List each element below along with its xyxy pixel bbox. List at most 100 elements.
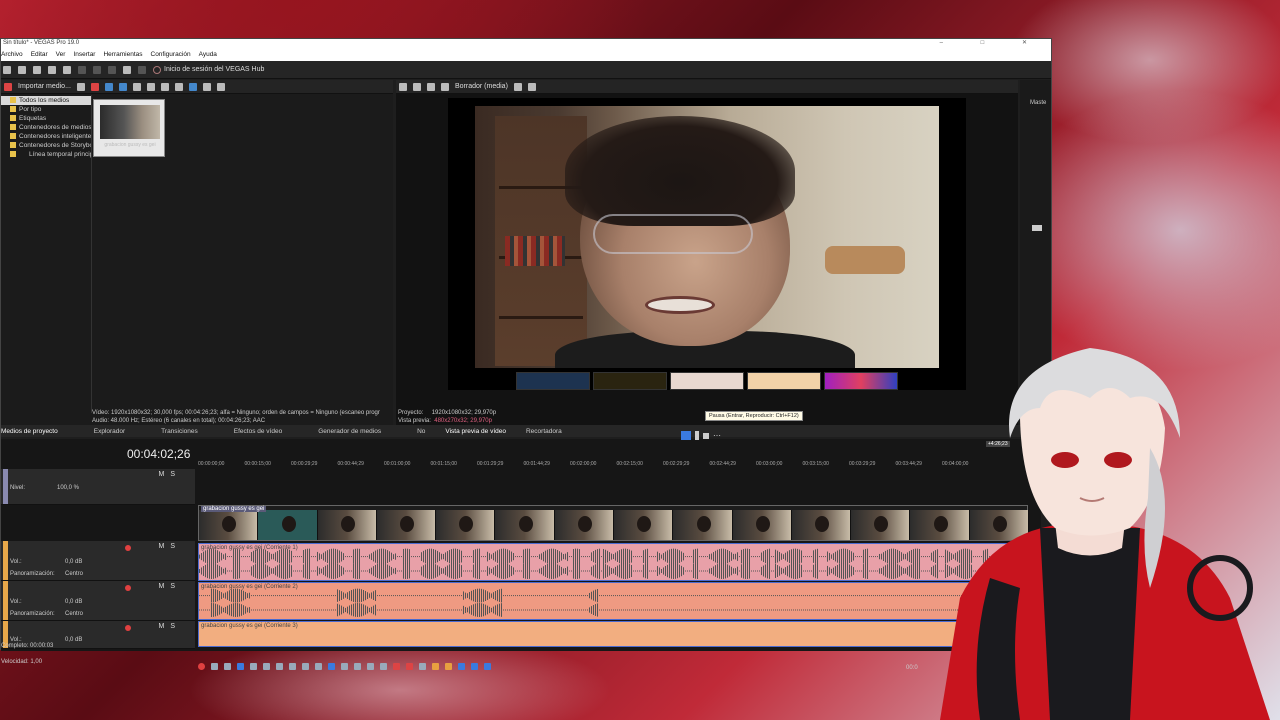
preview-play-icon[interactable]	[681, 431, 691, 440]
preview-settings-icon[interactable]	[399, 82, 407, 91]
arm-record-icon[interactable]	[125, 625, 131, 631]
fx-icon[interactable]	[146, 82, 155, 91]
tab-efectos[interactable]: Efectos de vídeo	[234, 428, 282, 435]
taskbar-thumb[interactable]	[516, 372, 590, 390]
copy-icon[interactable]	[93, 65, 101, 74]
grid-icon[interactable]	[513, 82, 522, 91]
go-to-start-icon[interactable]	[276, 663, 283, 670]
marker-icon[interactable]	[432, 663, 439, 670]
menu-ayuda[interactable]: Ayuda	[199, 51, 217, 58]
split-screen-icon[interactable]	[441, 82, 449, 91]
pan-value[interactable]: Centro	[65, 571, 83, 577]
loop-icon[interactable]	[211, 663, 218, 670]
open-icon[interactable]	[18, 65, 26, 74]
lock-icon[interactable]	[419, 663, 426, 670]
maximize-button[interactable]: □	[981, 40, 1003, 46]
taskbar-thumb[interactable]	[824, 372, 898, 390]
view-icon[interactable]	[202, 82, 211, 91]
play-media-icon[interactable]	[160, 82, 169, 91]
external-monitor-icon[interactable]	[413, 82, 421, 91]
tab-generador[interactable]: Generador de medios	[318, 428, 381, 435]
tree-item-todos[interactable]: Todos los medios	[1, 96, 91, 105]
tree-item-inteligentes[interactable]: Contenedores inteligentes	[1, 132, 91, 141]
stop-icon[interactable]	[263, 663, 270, 670]
normal-edit-tool-icon[interactable]	[328, 663, 335, 670]
remove-icon[interactable]	[132, 82, 141, 91]
master-fader[interactable]	[1032, 225, 1042, 231]
menu-ver[interactable]: Ver	[56, 51, 66, 58]
region-icon[interactable]	[445, 663, 452, 670]
audio-track-1-header[interactable]: MS Vol.: 0,0 dB Panoramización: Centro	[1, 541, 195, 581]
arm-record-icon[interactable]	[125, 545, 131, 551]
tree-item-por-tipo[interactable]: Por tipo	[1, 105, 91, 114]
menu-herramientas[interactable]: Herramientas	[103, 51, 142, 58]
get-media-icon[interactable]	[90, 82, 99, 91]
go-to-end-icon[interactable]	[289, 663, 296, 670]
audio-track-2-header[interactable]: MS Vol.: 0,0 dB Panoramización: Centro	[1, 581, 195, 621]
import-media-button[interactable]: Importar medio...	[18, 83, 71, 90]
tab-transiciones[interactable]: Transiciones	[161, 428, 198, 435]
fx-preview-icon[interactable]	[427, 82, 435, 91]
menu-editar[interactable]: Editar	[31, 51, 48, 58]
video-track-header[interactable]: MS Nivel: 100,0 %	[1, 469, 195, 505]
close-button[interactable]: ✕	[1022, 40, 1045, 46]
new-icon[interactable]	[3, 65, 11, 74]
paste-icon[interactable]	[108, 65, 116, 74]
vegas-hub-login[interactable]: Inicio de sesión del VEGAS Hub	[153, 65, 264, 74]
record-icon[interactable]	[198, 663, 205, 670]
tree-item-storyboard[interactable]: Contenedores de Storyboard	[1, 141, 91, 150]
next-frame-icon[interactable]	[315, 663, 322, 670]
tab-recortadora[interactable]: Recortadora	[526, 428, 562, 435]
prev-frame-icon[interactable]	[302, 663, 309, 670]
preview-quality-select[interactable]: Borrador (media)	[455, 83, 508, 90]
pause-icon[interactable]	[250, 663, 257, 670]
media-thumbnail[interactable]: grabacion gussy es gei	[93, 99, 165, 157]
zoom-tool-icon[interactable]	[367, 663, 374, 670]
vol-value[interactable]: 0,0 dB	[65, 637, 82, 643]
redo-icon[interactable]	[138, 65, 146, 74]
taskbar-thumb[interactable]	[670, 372, 744, 390]
level-value[interactable]: 100,0 %	[57, 485, 79, 491]
mute-solo-buttons[interactable]: MS	[159, 543, 182, 550]
mute-solo-buttons[interactable]: MS	[159, 623, 182, 630]
autoplay-icon[interactable]	[188, 82, 197, 91]
snapping-icon[interactable]	[458, 663, 465, 670]
arm-record-icon[interactable]	[125, 585, 131, 591]
tab-vista-previa[interactable]: Vista previa de vídeo	[445, 428, 506, 435]
undo-icon[interactable]	[123, 65, 131, 74]
menu-insertar[interactable]: Insertar	[73, 51, 95, 58]
play-icon[interactable]	[237, 663, 244, 670]
vol-value[interactable]: 0,0 dB	[65, 559, 82, 565]
vol-value[interactable]: 0,0 dB	[65, 599, 82, 605]
search-icon[interactable]	[216, 82, 225, 91]
settings-icon[interactable]	[63, 65, 71, 74]
delete-icon[interactable]	[380, 663, 387, 670]
preview-stop-icon[interactable]	[703, 432, 709, 439]
tab-no[interactable]: No	[417, 428, 425, 435]
trim-icon[interactable]	[393, 663, 400, 670]
tab-explorador[interactable]: Explorador	[94, 428, 125, 435]
tree-item-contenedores[interactable]: Contenedores de medios	[1, 123, 91, 132]
taskbar-thumb[interactable]	[593, 372, 667, 390]
tab-medios[interactable]: Medios de proyecto	[1, 428, 58, 435]
minimize-button[interactable]: –	[940, 40, 961, 46]
preview-more-icon[interactable]: ⋯	[713, 431, 721, 440]
media-back-icon[interactable]	[4, 82, 12, 91]
play-from-start-icon[interactable]	[224, 663, 231, 670]
overlays-icon[interactable]	[527, 82, 536, 91]
taskbar-thumb[interactable]	[747, 372, 821, 390]
menu-configuracion[interactable]: Configuración	[151, 51, 191, 58]
views-icon[interactable]	[104, 82, 113, 91]
save-icon[interactable]	[33, 65, 41, 74]
preview-pause-icon[interactable]	[695, 431, 699, 440]
envelope-tool-icon[interactable]	[341, 663, 348, 670]
pan-value[interactable]: Centro	[65, 611, 83, 617]
ripple-icon[interactable]	[484, 663, 491, 670]
cut-icon[interactable]	[78, 65, 86, 74]
capture-icon[interactable]	[76, 82, 85, 91]
mute-solo-buttons[interactable]: MS	[159, 471, 182, 478]
tags-icon[interactable]	[118, 82, 127, 91]
mute-solo-buttons[interactable]: MS	[159, 583, 182, 590]
menu-archivo[interactable]: Archivo	[1, 51, 23, 58]
auto-crossfade-icon[interactable]	[471, 663, 478, 670]
